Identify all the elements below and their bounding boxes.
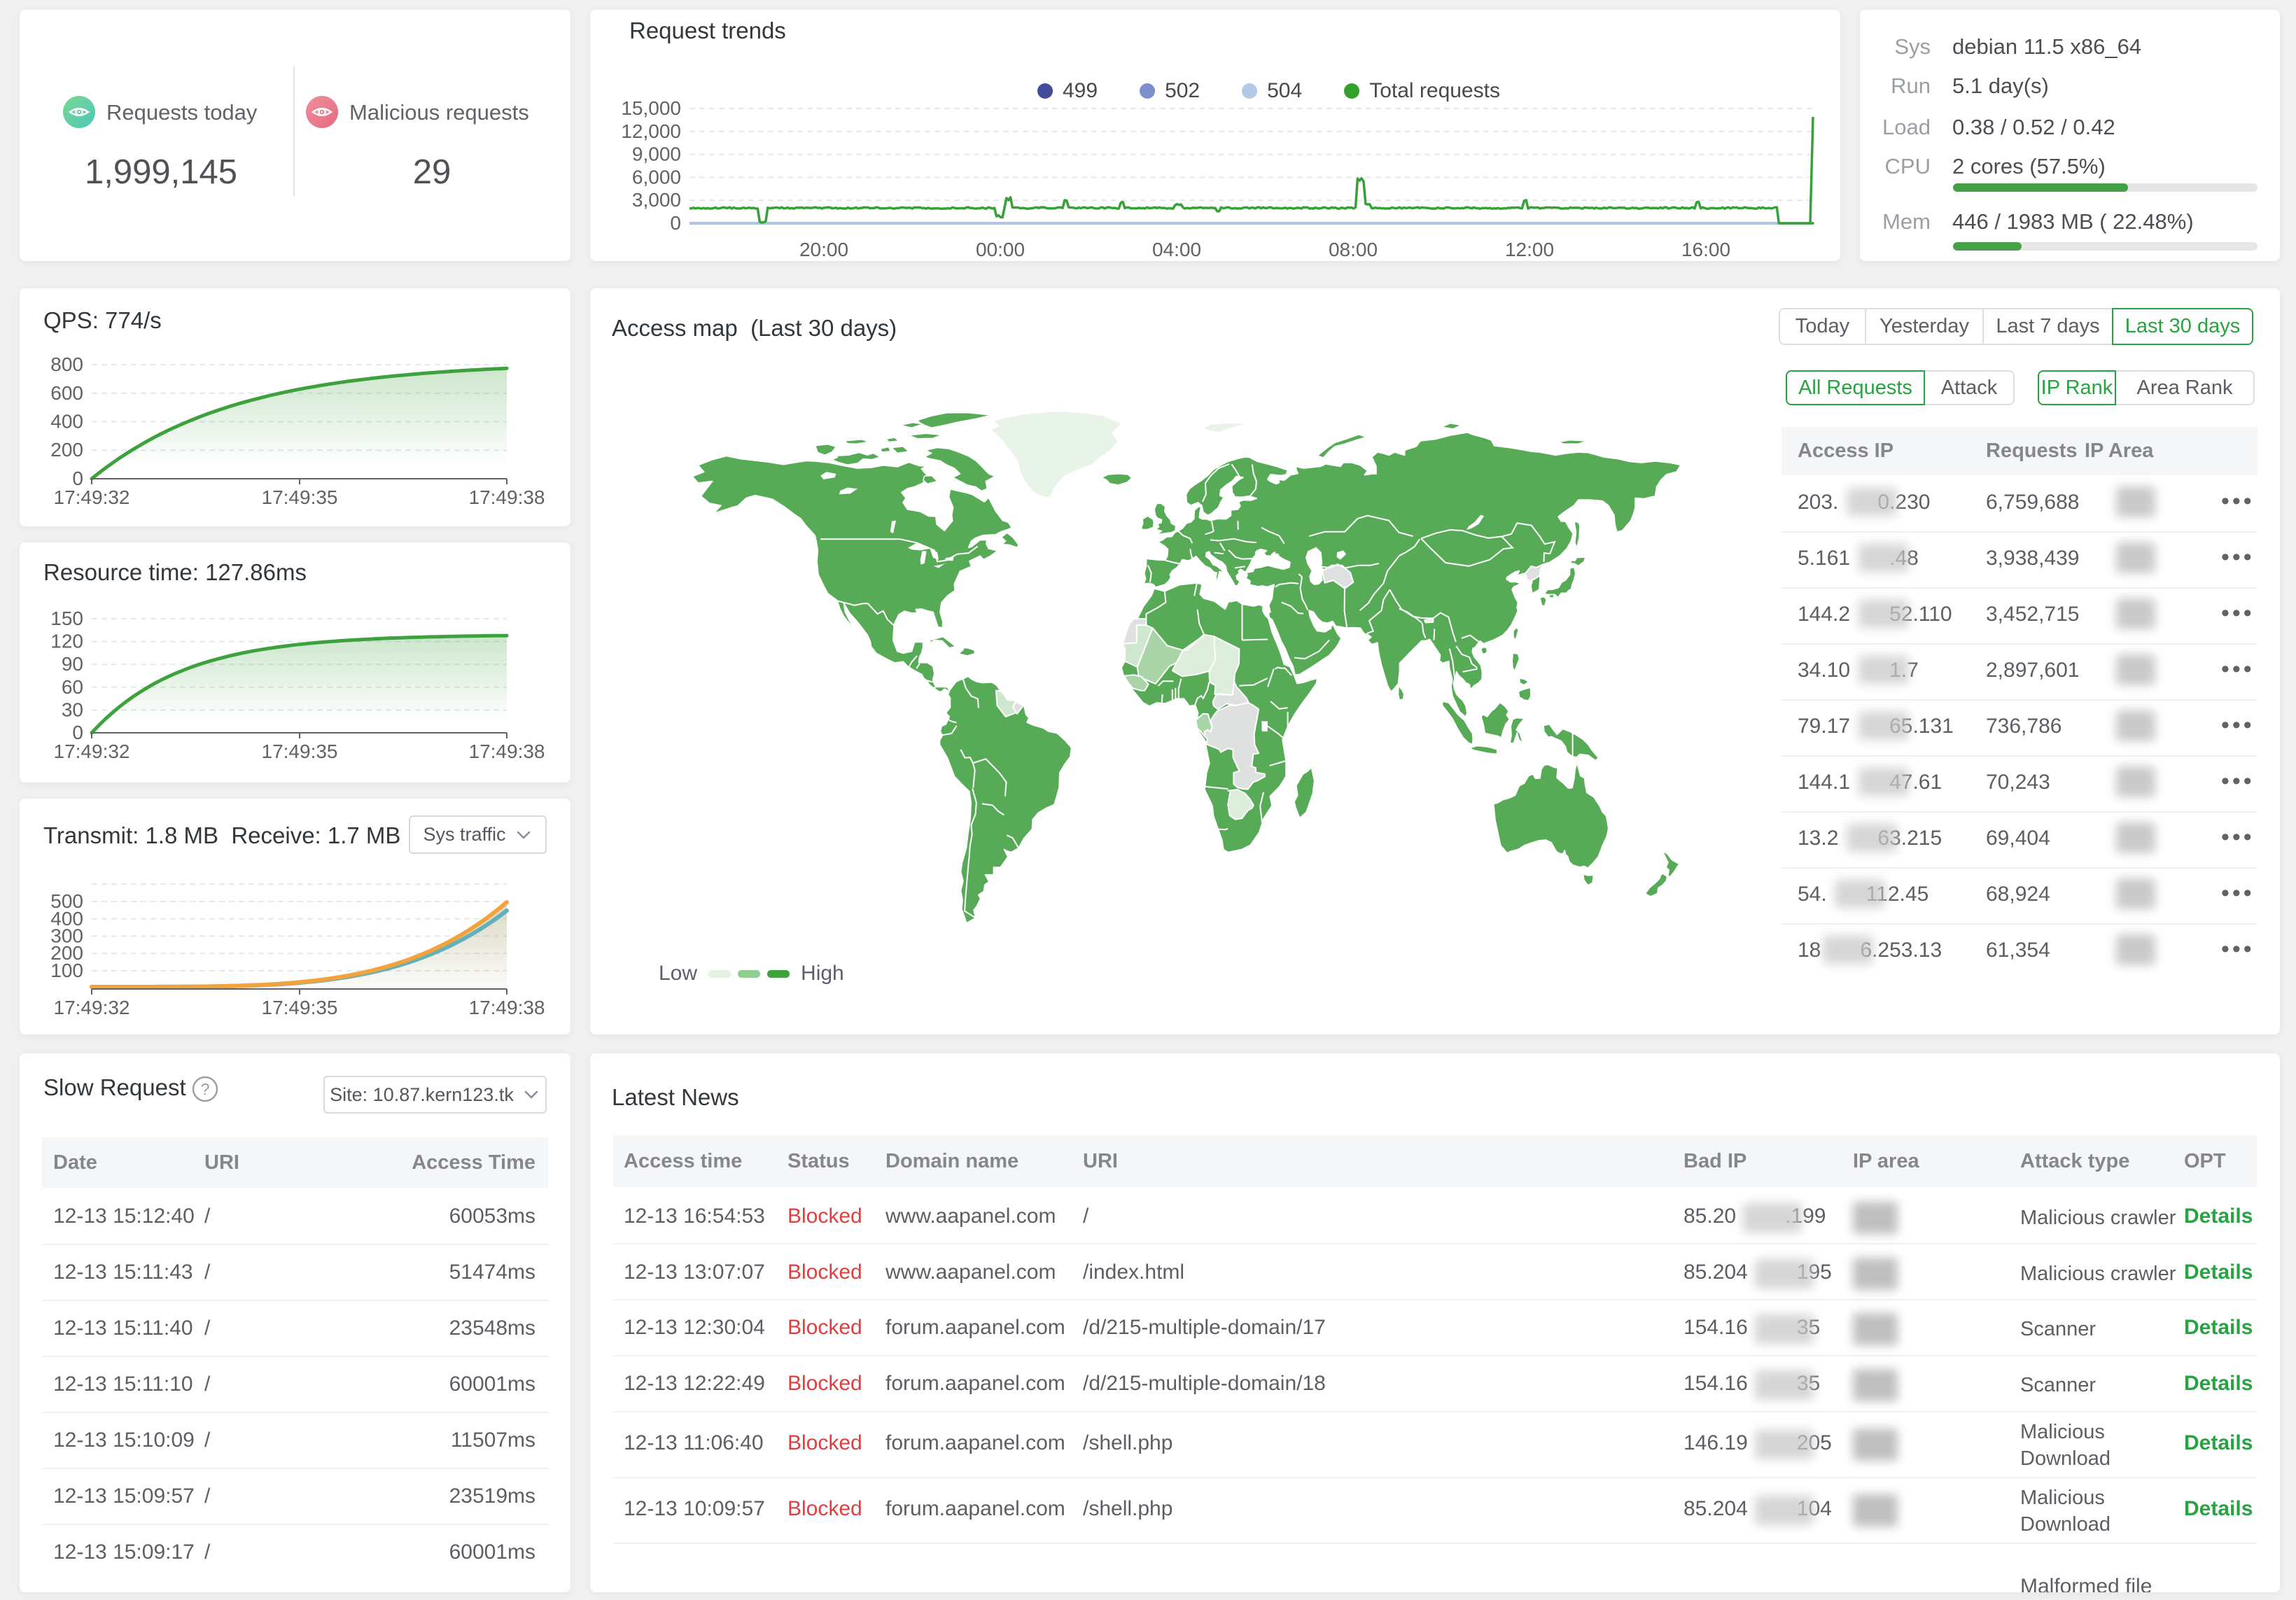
- svg-text:08:00: 08:00: [1329, 239, 1378, 260]
- svg-text:17:49:35: 17:49:35: [262, 741, 338, 762]
- svg-text:800: 800: [50, 353, 83, 375]
- svg-text:04:00: 04:00: [1152, 239, 1201, 260]
- svg-text:200: 200: [50, 439, 83, 461]
- svg-text:15,000: 15,000: [621, 97, 681, 119]
- svg-text:3,000: 3,000: [632, 189, 681, 211]
- svg-text:400: 400: [50, 411, 83, 433]
- svg-text:0: 0: [670, 212, 681, 234]
- svg-text:17:49:32: 17:49:32: [54, 741, 130, 762]
- svg-text:90: 90: [62, 653, 83, 675]
- svg-text:17:49:35: 17:49:35: [262, 997, 338, 1018]
- svg-text:30: 30: [62, 699, 83, 720]
- svg-text:500: 500: [50, 890, 83, 912]
- svg-text:17:49:38: 17:49:38: [469, 486, 545, 508]
- svg-text:00:00: 00:00: [976, 239, 1025, 260]
- svg-text:20:00: 20:00: [799, 239, 848, 260]
- svg-text:17:49:38: 17:49:38: [469, 997, 545, 1018]
- svg-text:12,000: 12,000: [621, 120, 681, 142]
- svg-text:60: 60: [62, 676, 83, 698]
- svg-text:17:49:35: 17:49:35: [262, 486, 338, 508]
- svg-text:16:00: 16:00: [1681, 239, 1730, 260]
- svg-text:?: ?: [201, 1080, 210, 1098]
- svg-text:600: 600: [50, 382, 83, 404]
- svg-text:6,000: 6,000: [632, 166, 681, 188]
- svg-text:120: 120: [50, 631, 83, 652]
- svg-text:12:00: 12:00: [1505, 239, 1554, 260]
- svg-text:17:49:38: 17:49:38: [469, 741, 545, 762]
- svg-text:17:49:32: 17:49:32: [54, 997, 130, 1018]
- svg-text:150: 150: [50, 608, 83, 629]
- svg-text:9,000: 9,000: [632, 143, 681, 165]
- svg-text:17:49:32: 17:49:32: [54, 486, 130, 508]
